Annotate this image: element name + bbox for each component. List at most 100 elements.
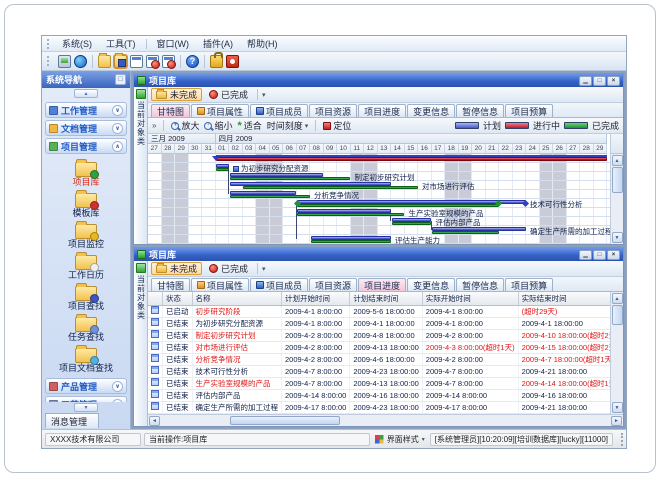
done-bar[interactable] [243,186,418,190]
tab-changes[interactable]: 变更信息 [407,104,455,117]
table-row[interactable]: 已结束分析竞争情况2009-4-2 8:00:002009-4-6 18:00:… [148,353,610,365]
window-refresh-icon[interactable] [162,55,175,68]
menu-grip[interactable] [47,39,52,49]
filter-finished-button[interactable]: 已完成 [204,88,253,101]
filter-unfinished-button[interactable]: 未完成 [151,88,202,101]
sidebar-item-task-search[interactable]: 任务查找 [68,312,104,343]
gantt-vertical-scrollbar[interactable]: ▲ ▼ [610,134,623,244]
scroll-left-button[interactable]: ◄ [149,416,160,426]
done-bar[interactable] [392,222,432,226]
current-object-side-tab[interactable]: 当前对象类 [134,87,148,244]
scroll-thumb[interactable] [230,416,340,425]
tab-budget[interactable]: 项目预算 [505,104,553,117]
scroll-down-button[interactable]: ▼ [612,232,623,243]
time-scale-button[interactable]: 时间刻度▾ [267,119,309,132]
tab-pauses[interactable]: 暂停信息 [456,278,504,291]
help-icon[interactable]: ? [186,55,199,68]
scroll-right-button[interactable]: ► [611,416,622,426]
sidebar-group-doc[interactable]: 文档管理∨ [45,120,127,136]
current-object-side-tab[interactable]: 当前对象类 [134,261,148,426]
tab-pauses[interactable]: 暂停信息 [456,104,504,117]
open-folder-icon[interactable] [98,55,111,68]
chevron-down-icon[interactable]: ∨ [112,105,123,116]
column-header-6[interactable]: 实际结束时间 [518,292,610,305]
done-bar[interactable] [297,213,404,217]
close-button[interactable]: × [607,76,620,86]
chevron-down-icon[interactable]: ∨ [112,123,123,134]
scroll-thumb[interactable] [612,305,623,325]
exit-icon[interactable] [226,55,239,68]
chevron-down-icon[interactable]: ∨ [112,381,123,392]
close-button[interactable]: × [607,250,620,260]
sidebar-group-project[interactable]: 项目管理∧ [45,138,127,154]
window-new-icon[interactable] [130,55,143,68]
column-header-1[interactable]: 状态 [163,292,193,305]
sidebar-group-product[interactable]: 产品管理∨ [45,378,127,394]
restore-button[interactable]: □ [593,76,606,86]
table-row[interactable]: 已结束对市场进行评估2009-4-2 8:00:002009-4-13 18:0… [148,341,610,353]
column-header-4[interactable]: 计划结束时间 [350,292,422,305]
minimize-button[interactable]: ▁ [579,250,592,260]
sidebar-item-work-calendar[interactable]: 工作日历 [68,250,104,281]
menu-item-system[interactable]: 系统(S) [55,36,99,51]
sidebar-item-project-monitor[interactable]: 项目监控 [68,219,104,250]
tab-resources[interactable]: 项目资源 [309,278,357,291]
tab-properties[interactable]: 项目属性 [191,104,249,117]
tab-members[interactable]: 项目成员 [250,104,308,117]
plan-bar[interactable] [216,164,229,168]
lock-icon[interactable] [210,55,223,68]
sidebar-item-project-library[interactable]: 项目库 [72,157,99,188]
ui-style-dropdown[interactable]: 界面样式 ▾ [373,434,427,445]
table-row[interactable]: 已结束技术可行性分析2009-4-7 8:00:002009-4-23 18:0… [148,365,610,377]
column-header-5[interactable]: 实际开始时间 [422,292,518,305]
filter-finished-button[interactable]: 已完成 [204,262,253,275]
locate-button[interactable]: 定位 [323,119,351,132]
plan-bar[interactable] [230,173,324,177]
filter-unfinished-button[interactable]: 未完成 [151,262,202,275]
table-row[interactable]: 已启动初步研究阶段2009-4-1 8:00:002009-5-6 18:00:… [148,305,610,317]
restore-button[interactable]: □ [593,250,606,260]
sidebar-item-project-search[interactable]: 项目查找 [68,281,104,312]
column-header-0[interactable] [148,292,163,305]
column-header-3[interactable]: 计划开始时间 [282,292,350,305]
resize-grip[interactable] [616,433,623,446]
tab-members[interactable]: 项目成员 [250,278,308,291]
done-bar[interactable] [297,204,499,208]
globe-icon[interactable] [74,55,87,68]
zoom-out-button[interactable]: -缩小 [204,119,232,132]
done-bar[interactable] [311,240,391,244]
overflow-chevron-icon[interactable]: » [152,121,156,130]
done-bar[interactable] [230,177,351,181]
menu-item-help[interactable]: 帮助(H) [240,36,285,51]
tab-progress[interactable]: 项目进度 [358,278,406,291]
table-row[interactable]: 已结束为初步研究分配资源2009-4-1 8:00:002009-4-1 18:… [148,317,610,329]
table-row[interactable]: 已结束确定生产所需的加工过程2009-4-17 8:00:002009-4-23… [148,401,610,413]
window-delete-icon[interactable] [146,55,159,68]
plan-bar[interactable] [230,191,297,195]
column-header-2[interactable]: 名称 [192,292,282,305]
sidebar-item-template-library[interactable]: 模板库 [72,188,99,219]
scroll-thumb[interactable] [612,167,623,193]
done-bar[interactable] [432,231,499,235]
table-row[interactable]: 已结束评估内部产品2009-4-14 8:00:002009-4-16 18:0… [148,389,610,401]
plan-bar[interactable] [230,182,391,186]
sidebar-group-work[interactable]: 工作管理∨ [45,102,127,118]
tab-gantt[interactable]: 甘特图 [151,104,190,117]
computer-icon[interactable] [58,55,71,68]
scroll-up-button[interactable]: ▲ [612,293,623,304]
summary-bar-inprogress[interactable] [216,157,608,161]
done-bar[interactable] [230,195,310,199]
toolbar-options-icon[interactable]: ▾ [262,265,266,273]
minimize-button[interactable]: ▁ [579,76,592,86]
sidebar-item-project-doc-search[interactable]: 项目文档查找 [59,343,113,374]
chevron-up-icon[interactable]: ∧ [112,141,123,152]
menu-item-window[interactable]: 窗口(W) [150,36,197,51]
done-bar[interactable] [216,168,229,172]
toolbar-options-icon[interactable]: ▾ [262,91,266,99]
sidebar-scroll-up[interactable]: ▲ [42,88,130,99]
tab-budget[interactable]: 项目预算 [505,278,553,291]
table-row[interactable]: 已结束制定初步研究计划2009-4-2 8:00:002009-4-8 18:0… [148,329,610,341]
plan-bar[interactable] [311,236,391,240]
save-icon[interactable] [114,55,127,68]
sidebar-menu-button[interactable]: □ [115,74,126,85]
